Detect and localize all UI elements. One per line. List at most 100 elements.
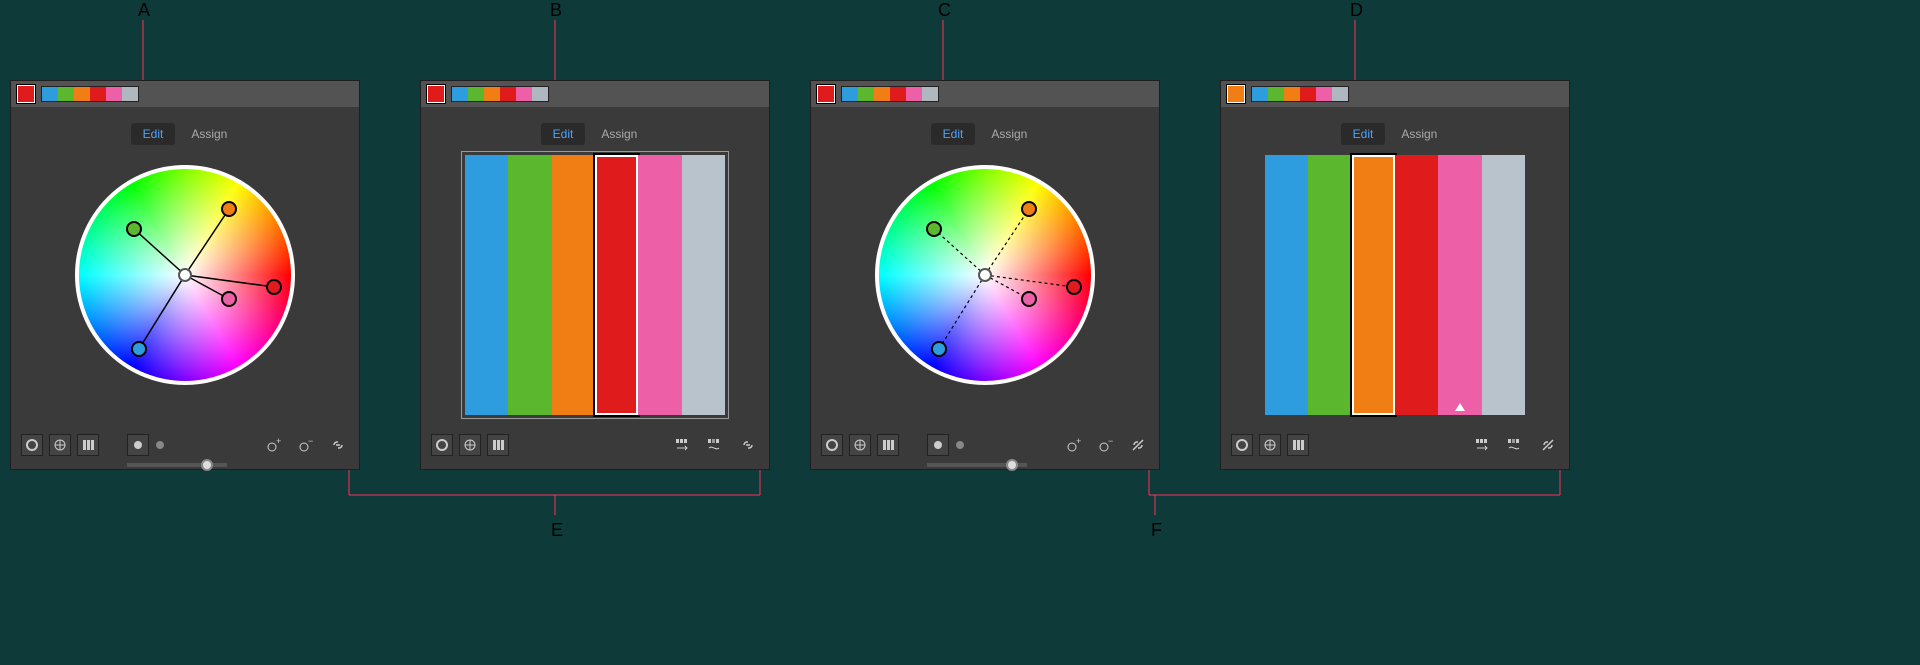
remove-color-icon[interactable]: − — [295, 434, 317, 456]
display-bars-icon[interactable] — [487, 434, 509, 456]
wheel-node-pink[interactable] — [221, 291, 237, 307]
wheel-node-orange[interactable] — [1021, 201, 1037, 217]
tab-edit[interactable]: Edit — [131, 123, 176, 145]
strip-color-5[interactable] — [106, 87, 122, 101]
link-harmony-icon[interactable] — [737, 434, 759, 456]
display-bars-icon[interactable] — [877, 434, 899, 456]
strip-color-3[interactable] — [74, 87, 90, 101]
current-color-swatch[interactable] — [427, 85, 445, 103]
strip-color-2[interactable] — [58, 87, 74, 101]
strip-color-3[interactable] — [1284, 87, 1300, 101]
mode-icon-a[interactable] — [927, 434, 949, 456]
color-group-strip[interactable] — [1251, 86, 1349, 102]
color-group-strip[interactable] — [41, 86, 139, 102]
add-color-icon[interactable]: + — [263, 434, 285, 456]
tab-edit[interactable]: Edit — [931, 123, 976, 145]
bar-1[interactable] — [1265, 155, 1308, 415]
tab-assign[interactable]: Assign — [179, 123, 239, 145]
mode-icon-b[interactable] — [949, 434, 971, 456]
display-ring-icon[interactable] — [821, 434, 843, 456]
strip-color-4[interactable] — [500, 87, 516, 101]
tab-edit[interactable]: Edit — [1341, 123, 1386, 145]
bar-5[interactable] — [638, 155, 681, 415]
color-group-strip[interactable] — [841, 86, 939, 102]
bar-6[interactable] — [1482, 155, 1525, 415]
color-wheel[interactable] — [75, 165, 295, 385]
strip-color-1[interactable] — [42, 87, 58, 101]
color-wheel[interactable] — [875, 165, 1095, 385]
bar-2[interactable] — [1308, 155, 1351, 415]
wheel-center-node[interactable] — [978, 268, 992, 282]
brightness-slider[interactable] — [927, 463, 1027, 467]
color-bars[interactable] — [1265, 155, 1525, 415]
bar-3[interactable] — [1352, 155, 1395, 415]
wheel-node-pink[interactable] — [1021, 291, 1037, 307]
color-bars[interactable] — [465, 155, 725, 415]
mode-icon-a[interactable] — [127, 434, 149, 456]
strip-color-2[interactable] — [468, 87, 484, 101]
display-ring-icon[interactable] — [431, 434, 453, 456]
strip-color-6[interactable] — [532, 87, 548, 101]
tab-edit[interactable]: Edit — [541, 123, 586, 145]
strip-color-5[interactable] — [906, 87, 922, 101]
strip-color-2[interactable] — [1268, 87, 1284, 101]
unlink-harmony-icon[interactable] — [1127, 434, 1149, 456]
randomly-change-order-icon[interactable] — [673, 434, 695, 456]
strip-color-3[interactable] — [874, 87, 890, 101]
strip-color-2[interactable] — [858, 87, 874, 101]
display-wheel-icon[interactable] — [459, 434, 481, 456]
display-wheel-icon[interactable] — [1259, 434, 1281, 456]
strip-color-1[interactable] — [1252, 87, 1268, 101]
current-color-swatch[interactable] — [1227, 85, 1245, 103]
mode-icon-b[interactable] — [149, 434, 171, 456]
current-color-swatch[interactable] — [17, 85, 35, 103]
bar-3[interactable] — [552, 155, 595, 415]
randomly-change-satbright-icon[interactable] — [1505, 434, 1527, 456]
bar-4[interactable] — [595, 155, 638, 415]
slider-thumb[interactable] — [1006, 459, 1018, 471]
display-wheel-icon[interactable] — [49, 434, 71, 456]
strip-color-6[interactable] — [1332, 87, 1348, 101]
add-color-icon[interactable]: + — [1063, 434, 1085, 456]
display-ring-icon[interactable] — [1231, 434, 1253, 456]
current-color-swatch[interactable] — [817, 85, 835, 103]
wheel-node-orange[interactable] — [221, 201, 237, 217]
strip-color-4[interactable] — [1300, 87, 1316, 101]
remove-color-icon[interactable]: − — [1095, 434, 1117, 456]
bar-4[interactable] — [1395, 155, 1438, 415]
bar-2[interactable] — [508, 155, 551, 415]
strip-color-1[interactable] — [842, 87, 858, 101]
display-ring-icon[interactable] — [21, 434, 43, 456]
wheel-node-green[interactable] — [926, 221, 942, 237]
randomly-change-order-icon[interactable] — [1473, 434, 1495, 456]
tab-assign[interactable]: Assign — [979, 123, 1039, 145]
strip-color-5[interactable] — [516, 87, 532, 101]
color-group-strip[interactable] — [451, 86, 549, 102]
strip-color-4[interactable] — [890, 87, 906, 101]
unlink-harmony-icon[interactable] — [1537, 434, 1559, 456]
randomly-change-satbright-icon[interactable] — [705, 434, 727, 456]
wheel-center-node[interactable] — [178, 268, 192, 282]
wheel-node-green[interactable] — [126, 221, 142, 237]
display-bars-icon[interactable] — [77, 434, 99, 456]
strip-color-3[interactable] — [484, 87, 500, 101]
wheel-node-blue[interactable] — [131, 341, 147, 357]
display-bars-icon[interactable] — [1287, 434, 1309, 456]
bar-1[interactable] — [465, 155, 508, 415]
display-wheel-icon[interactable] — [849, 434, 871, 456]
strip-color-4[interactable] — [90, 87, 106, 101]
bar-6[interactable] — [682, 155, 725, 415]
brightness-slider[interactable] — [127, 463, 227, 467]
strip-color-6[interactable] — [922, 87, 938, 101]
wheel-node-red[interactable] — [266, 279, 282, 295]
wheel-node-red[interactable] — [1066, 279, 1082, 295]
tab-assign[interactable]: Assign — [1389, 123, 1449, 145]
strip-color-5[interactable] — [1316, 87, 1332, 101]
strip-color-1[interactable] — [452, 87, 468, 101]
bar-5[interactable] — [1438, 155, 1481, 415]
wheel-node-blue[interactable] — [931, 341, 947, 357]
slider-thumb[interactable] — [201, 459, 213, 471]
strip-color-6[interactable] — [122, 87, 138, 101]
tab-assign[interactable]: Assign — [589, 123, 649, 145]
link-harmony-icon[interactable] — [327, 434, 349, 456]
